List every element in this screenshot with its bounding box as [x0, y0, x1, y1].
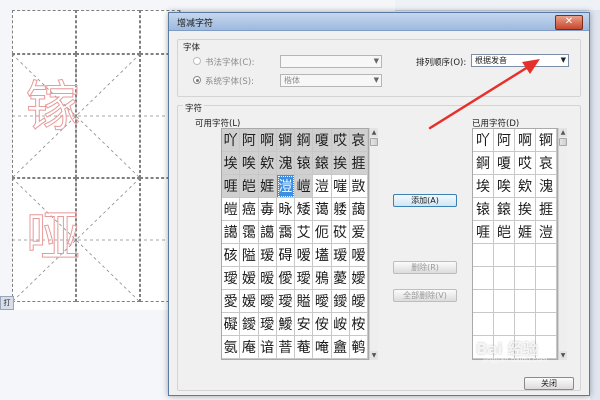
watermark-url: jingyan.baidu.com — [483, 356, 548, 364]
